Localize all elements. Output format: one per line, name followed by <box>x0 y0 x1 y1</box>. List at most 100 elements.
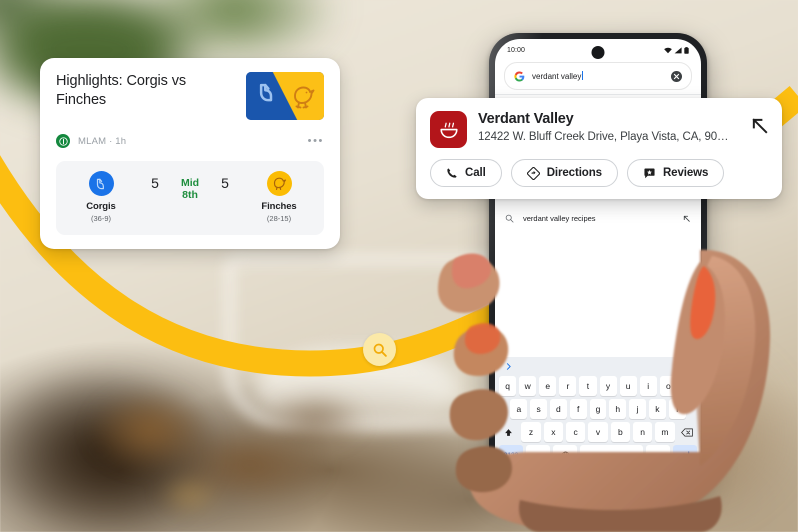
text-caret <box>582 71 584 80</box>
place-actions: Call Directions Reviews <box>430 159 768 187</box>
keyboard-resize-icon[interactable] <box>685 470 693 478</box>
microphone-icon[interactable] <box>683 361 692 372</box>
screenshot-stage: 10:00 verdant valley verdant valley reci… <box>0 0 798 532</box>
search-input[interactable]: verdant valley <box>504 62 692 90</box>
symbols-key[interactable]: ?123 <box>499 445 524 465</box>
row2-spacer-right <box>689 399 697 419</box>
globe-icon[interactable] <box>553 445 578 465</box>
key-y[interactable]: y <box>599 376 617 396</box>
suggestion-item[interactable]: verdant valley recipes <box>495 205 701 232</box>
key-n[interactable]: n <box>632 422 653 442</box>
team-home: Corgis (36-9) <box>68 171 134 223</box>
finch-bird-icon <box>294 86 315 109</box>
key-f[interactable]: f <box>569 399 587 419</box>
key-g[interactable]: g <box>589 399 607 419</box>
search-badge[interactable] <box>363 333 396 366</box>
team-away-score: 5 <box>221 175 229 191</box>
shift-icon[interactable] <box>499 422 518 442</box>
keyboard-toolbar <box>495 357 701 376</box>
key-u[interactable]: u <box>619 376 637 396</box>
home-indicator[interactable] <box>558 474 638 477</box>
key-i[interactable]: i <box>639 376 657 396</box>
clear-x-icon[interactable] <box>671 70 682 82</box>
comma-key[interactable]: , <box>526 445 551 465</box>
highlights-meta: MLAM · 1h ••• <box>56 134 324 148</box>
mlam-glyph-icon <box>58 136 68 146</box>
key-t[interactable]: t <box>579 376 597 396</box>
chevron-right-icon[interactable] <box>504 362 513 371</box>
highlights-card[interactable]: Highlights: Corgis vs Finches MLAM · 1h … <box>40 58 340 249</box>
thumbnail-icons <box>259 83 315 109</box>
corgi-dog-icon <box>259 83 273 102</box>
backspace-glyph-icon <box>681 428 694 436</box>
key-a[interactable]: a <box>510 399 528 419</box>
key-v[interactable]: v <box>588 422 608 442</box>
tap-arrow-icon[interactable] <box>751 117 768 139</box>
keyboard-bottom <box>495 468 701 483</box>
highlights-source: MLAM · 1h <box>78 135 127 147</box>
key-m[interactable]: m <box>655 422 675 442</box>
call-label: Call <box>465 167 486 179</box>
google-g-icon <box>514 71 525 82</box>
place-text: Verdant Valley 12422 W. Bluff Creek Driv… <box>478 111 734 143</box>
place-address: 12422 W. Bluff Creek Drive, Playa Vista,… <box>478 130 734 143</box>
key-p[interactable]: p <box>679 376 697 396</box>
key-r[interactable]: r <box>559 376 577 396</box>
arrow-up-left-icon[interactable] <box>682 214 691 223</box>
key-w[interactable]: w <box>519 376 537 396</box>
mlam-logo-icon <box>56 134 70 148</box>
key-e[interactable]: e <box>539 376 557 396</box>
enter-icon[interactable] <box>672 445 697 465</box>
row2-spacer-left <box>499 399 507 419</box>
key-j[interactable]: j <box>629 399 646 419</box>
highlights-thumbnail[interactable] <box>246 72 324 120</box>
key-q[interactable]: q <box>499 376 517 396</box>
key-s[interactable]: s <box>530 399 547 419</box>
search-icon <box>373 343 387 357</box>
suggestion-text: verdant valley recipes <box>523 214 596 223</box>
key-z[interactable]: z <box>521 422 541 442</box>
key-c[interactable]: c <box>566 422 586 442</box>
restaurant-bowl-icon <box>430 111 467 148</box>
key-x[interactable]: x <box>543 422 563 442</box>
on-screen-keyboard: q w e r t y u i o p a s d f g h j k l z … <box>495 357 701 487</box>
key-k[interactable]: k <box>648 399 666 419</box>
reviews-button[interactable]: Reviews <box>626 159 725 187</box>
place-header: Verdant Valley 12422 W. Bluff Creek Driv… <box>430 111 768 148</box>
key-b[interactable]: b <box>610 422 630 442</box>
key-o[interactable]: o <box>659 376 677 396</box>
key-h[interactable]: h <box>609 399 627 419</box>
space-key[interactable] <box>580 445 643 465</box>
team-home-score: 5 <box>151 175 159 191</box>
corgi-dog-icon <box>88 171 114 196</box>
key-d[interactable]: d <box>550 399 567 419</box>
finch-glyph-icon <box>273 177 286 191</box>
corgi-glyph-icon <box>96 178 104 189</box>
more-options-icon[interactable]: ••• <box>308 135 324 147</box>
phone-icon <box>447 168 457 178</box>
highlights-header: Highlights: Corgis vs Finches <box>56 72 324 120</box>
arrow-up-left-glyph-icon <box>752 118 768 134</box>
place-card[interactable]: Verdant Valley 12422 W. Bluff Creek Driv… <box>416 98 782 199</box>
team-home-name: Corgis <box>86 201 116 212</box>
keyboard-row-2: a s d f g h j k l <box>499 399 697 419</box>
call-button[interactable]: Call <box>430 159 502 187</box>
place-name: Verdant Valley <box>478 111 574 127</box>
directions-button[interactable]: Directions <box>510 159 618 187</box>
keyboard-row-4: ?123 , . <box>499 445 697 465</box>
highlights-title: Highlights: Corgis vs Finches <box>56 73 187 108</box>
status-icons <box>664 46 689 54</box>
backspace-icon[interactable] <box>678 422 697 442</box>
team-away-record: (28-15) <box>266 214 292 223</box>
front-camera-notch <box>591 46 605 59</box>
game-status: Mid 8th <box>180 177 200 201</box>
wifi-icon <box>664 47 672 53</box>
finch-bird-icon <box>266 171 292 196</box>
directions-label: Directions <box>546 167 602 179</box>
key-l[interactable]: l <box>668 399 686 419</box>
bowl-glyph-icon <box>439 122 458 138</box>
directions-diamond-icon <box>526 166 540 180</box>
globe-glyph-icon <box>561 451 570 459</box>
period-key[interactable]: . <box>645 445 670 465</box>
close-icon <box>673 73 680 79</box>
